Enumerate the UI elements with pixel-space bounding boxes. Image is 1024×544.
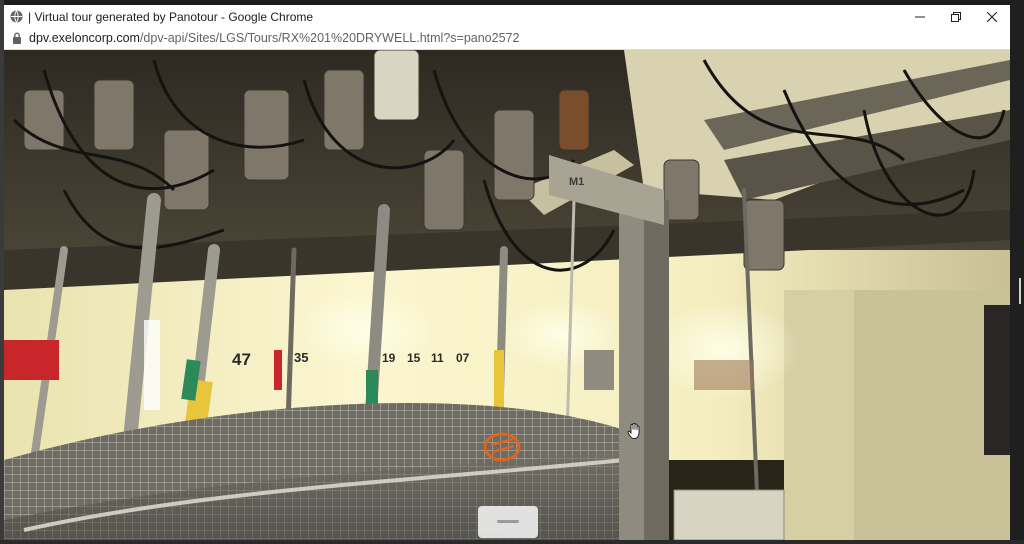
url-domain: dpv.exeloncorp.com <box>29 31 140 45</box>
window-title: | Virtual tour generated by Panotour - G… <box>28 10 314 24</box>
label-15: 15 <box>407 351 421 365</box>
close-button[interactable] <box>974 5 1010 28</box>
panorama-scene: 47 35 19 15 11 07 M1 <box>4 50 1010 540</box>
menu-toggle-button[interactable] <box>478 506 538 538</box>
restore-icon <box>951 11 961 22</box>
handle-icon <box>497 520 519 523</box>
label-m1: M1 <box>569 176 584 188</box>
minimize-button[interactable] <box>902 5 938 28</box>
right-background <box>1010 0 1024 544</box>
label-19: 19 <box>382 351 396 365</box>
close-icon <box>987 11 997 22</box>
panorama-viewport[interactable]: 47 35 19 15 11 07 M1 <box>4 50 1010 540</box>
url-text[interactable]: dpv.exeloncorp.com/dpv-api/Sites/LGS/Tou… <box>29 31 519 45</box>
label-35: 35 <box>294 350 308 365</box>
title-bar: | Virtual tour generated by Panotour - G… <box>4 5 1010 28</box>
label-11: 11 <box>431 351 444 365</box>
scroll-indicator <box>1019 278 1021 304</box>
address-bar[interactable]: dpv.exeloncorp.com/dpv-api/Sites/LGS/Tou… <box>4 28 1010 50</box>
minimize-icon <box>915 16 925 17</box>
hand-cursor-icon <box>627 423 640 439</box>
lock-icon <box>13 32 21 44</box>
url-path: /dpv-api/Sites/LGS/Tours/RX%201%20DRYWEL… <box>139 31 520 45</box>
label-47: 47 <box>232 350 251 369</box>
browser-window: | Virtual tour generated by Panotour - G… <box>4 5 1010 540</box>
globe-icon <box>10 10 23 23</box>
bottom-frame <box>0 540 1024 544</box>
restore-button[interactable] <box>938 5 974 28</box>
label-07: 07 <box>456 351 470 365</box>
